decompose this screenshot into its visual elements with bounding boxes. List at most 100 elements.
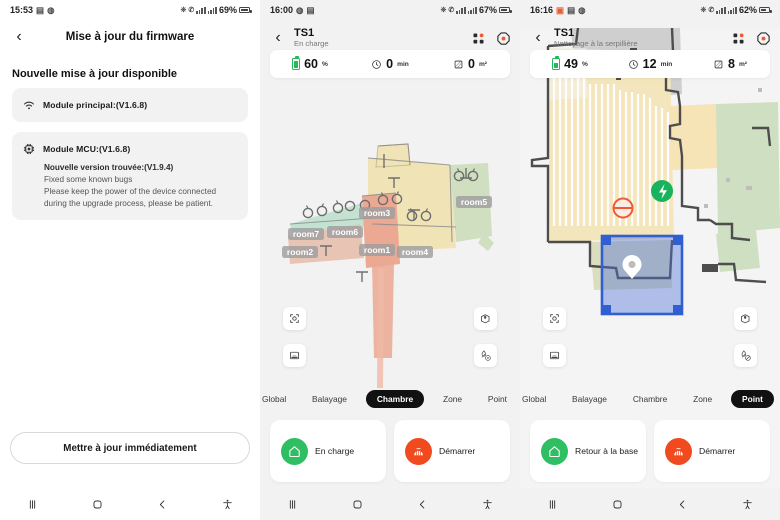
photo-icon: ▤	[306, 4, 315, 15]
return-to-base-button[interactable]: Retour à la base	[530, 420, 646, 482]
clock-icon	[372, 59, 381, 69]
svg-text:room7: room7	[293, 229, 319, 239]
battery-icon	[499, 7, 512, 13]
home-icon[interactable]	[351, 498, 364, 511]
recents-icon[interactable]	[546, 498, 559, 511]
robot-icon-circle	[665, 437, 692, 465]
firmware-note-3: during the upgrade process, please be pa…	[44, 198, 213, 208]
status-bar-left: 15:53 ▤ ◍	[10, 5, 54, 15]
firmware-note-2: Please keep the power of the device conn…	[44, 186, 217, 196]
accessibility-icon[interactable]	[741, 498, 754, 511]
photo-icon: ▤	[36, 4, 45, 15]
stat-area: 0 m²	[430, 57, 510, 71]
status-bar: 16:16 ▣ ▤ ◍ ❊ ✆ 62%	[520, 0, 780, 20]
device-status: Nettoyage à la serpillière	[554, 39, 638, 49]
tab-zone[interactable]: Zone	[436, 390, 469, 408]
recents-icon[interactable]	[286, 498, 299, 511]
charge-action-label: En charge	[315, 446, 355, 456]
stat-time: 0 min	[350, 57, 430, 71]
tab-balayage[interactable]: Balayage	[305, 390, 354, 408]
home-icon	[289, 445, 300, 457]
android-navbar	[0, 488, 260, 520]
tab-balayage[interactable]: Balayage	[565, 390, 614, 408]
settings-octagon-icon[interactable]	[756, 31, 771, 46]
return-to-base-label: Retour à la base	[575, 446, 639, 456]
area-icon	[454, 60, 463, 68]
status-bar-right: ❊ ✆ 67%	[440, 5, 512, 15]
edit-map-button[interactable]	[474, 307, 497, 330]
section-title: Nouvelle mise à jour disponible	[12, 68, 178, 80]
dock-icon	[290, 351, 299, 360]
settings-octagon-icon[interactable]	[496, 31, 511, 46]
water-settings-button[interactable]	[474, 344, 497, 367]
back-icon[interactable]	[156, 498, 169, 511]
edit-map-icon	[741, 314, 750, 324]
home-icon[interactable]	[91, 498, 104, 511]
robot-icon	[674, 446, 683, 455]
recenter-map-button[interactable]	[543, 307, 566, 330]
start-action-label: Démarrer	[439, 446, 476, 456]
battery-icon	[552, 56, 561, 70]
tab-point[interactable]: Point	[481, 390, 514, 408]
app-notification-icon: ▣	[556, 4, 565, 15]
back-button[interactable]: ‹	[10, 28, 28, 46]
tab-zone[interactable]: Zone	[686, 390, 719, 408]
call-icon: ✆	[448, 6, 455, 14]
whatsapp-icon: ◍	[578, 4, 586, 15]
start-action-button[interactable]: Démarrer	[394, 420, 510, 482]
recents-icon[interactable]	[26, 498, 39, 511]
device-titles: TS1 En charge	[294, 27, 464, 49]
status-bar-left: 16:16 ▣ ▤ ◍	[530, 5, 586, 15]
mode-tabs: Global Balayage Chambre Zone Point	[260, 389, 520, 409]
dock-button[interactable]	[543, 344, 566, 367]
firmware-card-mcu[interactable]: Module MCU:(V1.6.8) Nouvelle version tro…	[12, 132, 248, 220]
edit-map-button[interactable]	[734, 307, 757, 330]
whatsapp-icon: ◍	[296, 4, 304, 15]
charge-action-button[interactable]: En charge	[270, 420, 386, 482]
start-action-button[interactable]: Démarrer	[654, 420, 770, 482]
stat-battery-value: 49	[564, 57, 579, 71]
robot-map-panel-mopping: 16:16 ▣ ▤ ◍ ❊ ✆ 62% ‹ TS1 Nettoyage à la…	[520, 0, 780, 520]
stat-battery-value: 60	[304, 57, 319, 71]
device-name: TS1	[554, 26, 575, 39]
recenter-map-button[interactable]	[283, 307, 306, 330]
selection-rectangle	[600, 234, 684, 316]
stat-battery-unit: %	[322, 61, 328, 68]
back-icon[interactable]	[676, 498, 689, 511]
signal-icon	[467, 6, 477, 14]
accessibility-icon[interactable]	[481, 498, 494, 511]
robot-icon	[414, 446, 423, 455]
battery-icon	[239, 7, 252, 13]
stat-time-unit: min	[397, 61, 409, 68]
stat-time-unit: min	[660, 61, 673, 68]
device-name: TS1	[294, 26, 315, 39]
water-settings-icon	[741, 350, 751, 361]
back-icon[interactable]	[416, 498, 429, 511]
edit-map-icon	[481, 314, 490, 324]
stat-area-unit: m²	[478, 61, 487, 68]
tab-global[interactable]: Global	[262, 390, 293, 408]
recenter-icon	[290, 314, 299, 323]
tab-chambre[interactable]: Chambre	[626, 390, 674, 408]
svg-text:room1: room1	[364, 245, 390, 255]
dock-button[interactable]	[283, 344, 306, 367]
apps-grid-icon[interactable]	[731, 31, 746, 46]
apps-grid-icon[interactable]	[471, 31, 486, 46]
firmware-card-main[interactable]: Module principal:(V1.6.8)	[12, 88, 248, 122]
page-title: Mise à jour du firmware	[65, 31, 195, 43]
tab-point[interactable]: Point	[731, 390, 774, 408]
firmware-main-label: Module principal:(V1.6.8)	[43, 100, 148, 110]
water-settings-button[interactable]	[734, 344, 757, 367]
status-time: 15:53	[10, 5, 34, 15]
tab-global[interactable]: Global	[522, 390, 553, 408]
firmware-card-main-row: Module principal:(V1.6.8)	[22, 98, 238, 112]
tab-chambre[interactable]: Chambre	[365, 390, 425, 408]
chip-icon	[23, 143, 35, 155]
back-button[interactable]: ‹	[269, 29, 287, 47]
area-icon	[714, 60, 723, 68]
accessibility-icon[interactable]	[221, 498, 234, 511]
update-now-button[interactable]: Mettre à jour immédiatement	[10, 432, 250, 464]
wifi-icon	[24, 101, 34, 110]
home-icon[interactable]	[611, 498, 624, 511]
back-button[interactable]: ‹	[529, 29, 547, 47]
